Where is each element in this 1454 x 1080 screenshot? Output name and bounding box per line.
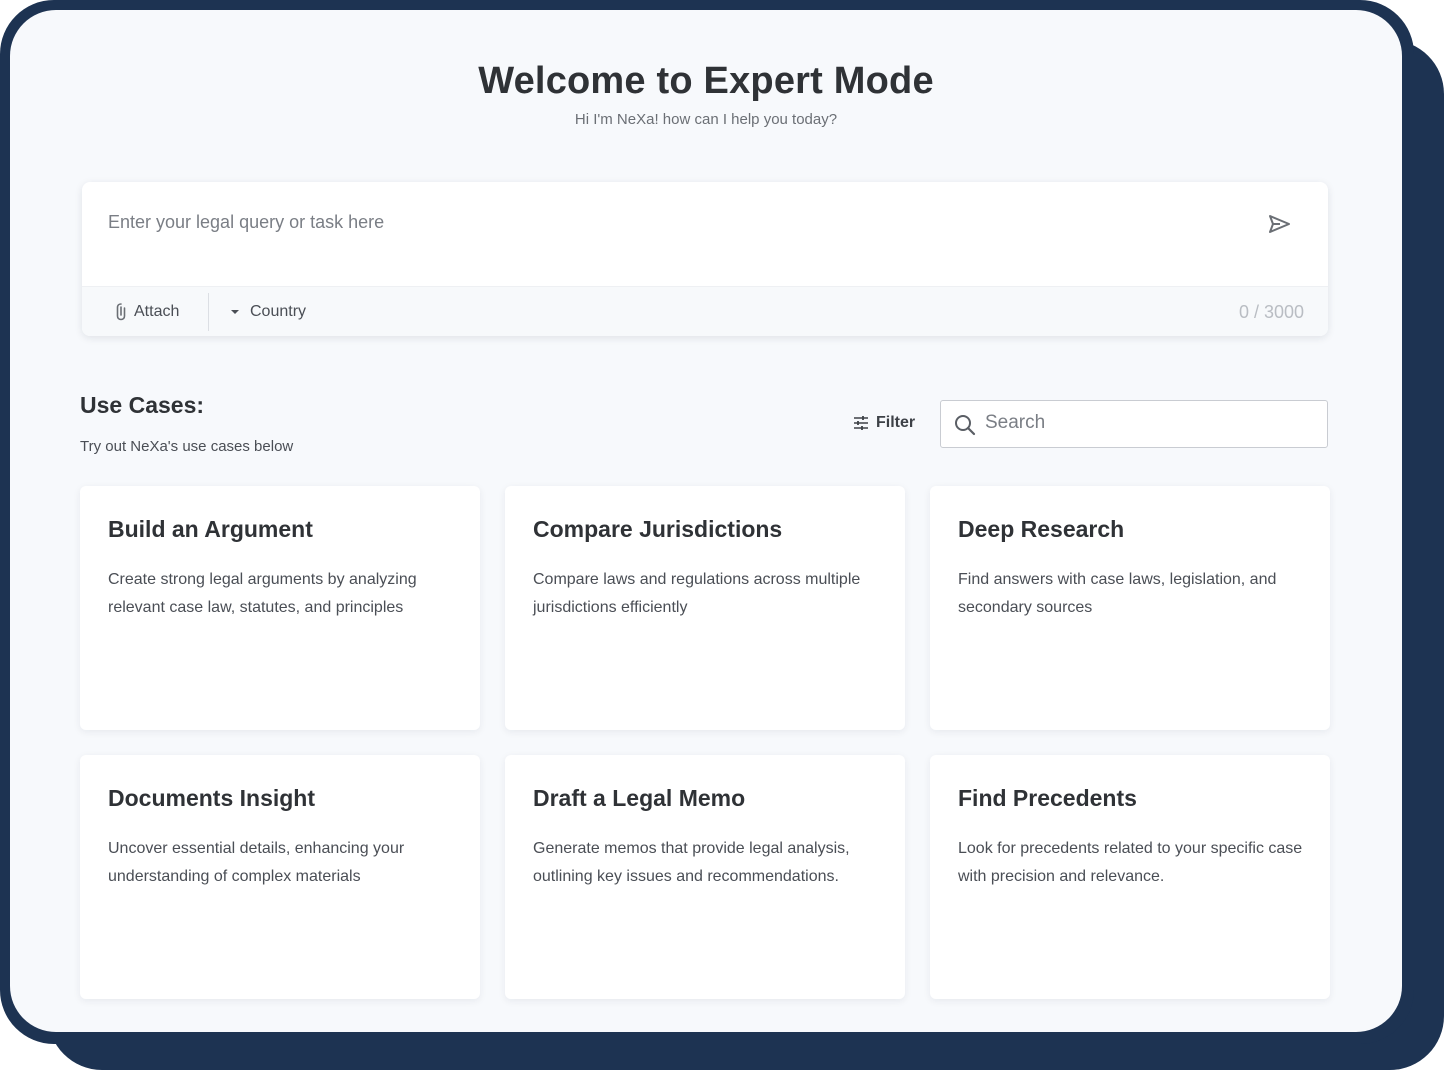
card-description: Find answers with case laws, legislation… bbox=[958, 571, 1277, 616]
card-title: Find Precedents bbox=[958, 785, 1137, 811]
query-panel: Attach Country 0 / 3000 bbox=[82, 182, 1328, 336]
use-case-card[interactable]: Documents Insight Uncover essential deta… bbox=[80, 755, 480, 999]
page-subtitle: Hi I'm NeXa! how can I help you today? bbox=[574, 111, 838, 128]
attach-button[interactable]: Attach bbox=[116, 287, 179, 336]
character-count: 0 / 3000 bbox=[1238, 302, 1304, 322]
card-description: Compare laws and regulations across mult… bbox=[533, 571, 861, 616]
send-button[interactable] bbox=[1268, 214, 1292, 234]
use-case-card[interactable]: Draft a Legal Memo Generate memos that p… bbox=[505, 755, 905, 999]
expert-mode-window: Welcome to Expert Mode Hi I'm NeXa! how … bbox=[10, 10, 1402, 1032]
card-description: Generate memos that provide legal analys… bbox=[533, 840, 850, 885]
query-toolbar: Attach Country 0 / 3000 bbox=[82, 286, 1328, 336]
use-cases-subheading: Try out NeXa's use cases below bbox=[80, 438, 294, 455]
filter-label: Filter bbox=[876, 414, 916, 431]
card-title: Build an Argument bbox=[108, 516, 313, 542]
attach-label: Attach bbox=[134, 303, 180, 320]
card-title: Documents Insight bbox=[108, 785, 316, 811]
card-description: Create strong legal arguments by analyzi… bbox=[108, 571, 417, 616]
query-input[interactable] bbox=[108, 212, 1208, 233]
filter-button[interactable]: Filter bbox=[853, 414, 915, 432]
page-title: Welcome to Expert Mode bbox=[478, 60, 934, 102]
paperclip-icon bbox=[116, 303, 126, 321]
card-title: Deep Research bbox=[958, 516, 1125, 542]
use-case-card[interactable]: Find Precedents Look for precedents rela… bbox=[930, 755, 1330, 999]
use-case-card[interactable]: Compare Jurisdictions Compare laws and r… bbox=[505, 486, 905, 730]
card-description: Uncover essential details, enhancing you… bbox=[108, 840, 405, 885]
send-icon bbox=[1269, 215, 1290, 233]
caret-down-icon bbox=[231, 310, 239, 314]
toolbar-divider bbox=[208, 293, 209, 331]
search-field bbox=[940, 400, 1328, 448]
use-cases-heading: Use Cases: bbox=[80, 392, 205, 418]
search-icon bbox=[955, 415, 976, 436]
country-label: Country bbox=[250, 303, 307, 320]
card-title: Compare Jurisdictions bbox=[533, 516, 783, 542]
search-input[interactable] bbox=[985, 412, 1315, 434]
use-case-card[interactable]: Build an Argument Create strong legal ar… bbox=[80, 486, 480, 730]
filter-sliders-icon bbox=[854, 416, 868, 430]
country-dropdown[interactable]: Country bbox=[230, 287, 306, 336]
card-description: Look for precedents related to your spec… bbox=[958, 840, 1303, 885]
card-title: Draft a Legal Memo bbox=[533, 785, 746, 811]
use-case-card[interactable]: Deep Research Find answers with case law… bbox=[930, 486, 1330, 730]
